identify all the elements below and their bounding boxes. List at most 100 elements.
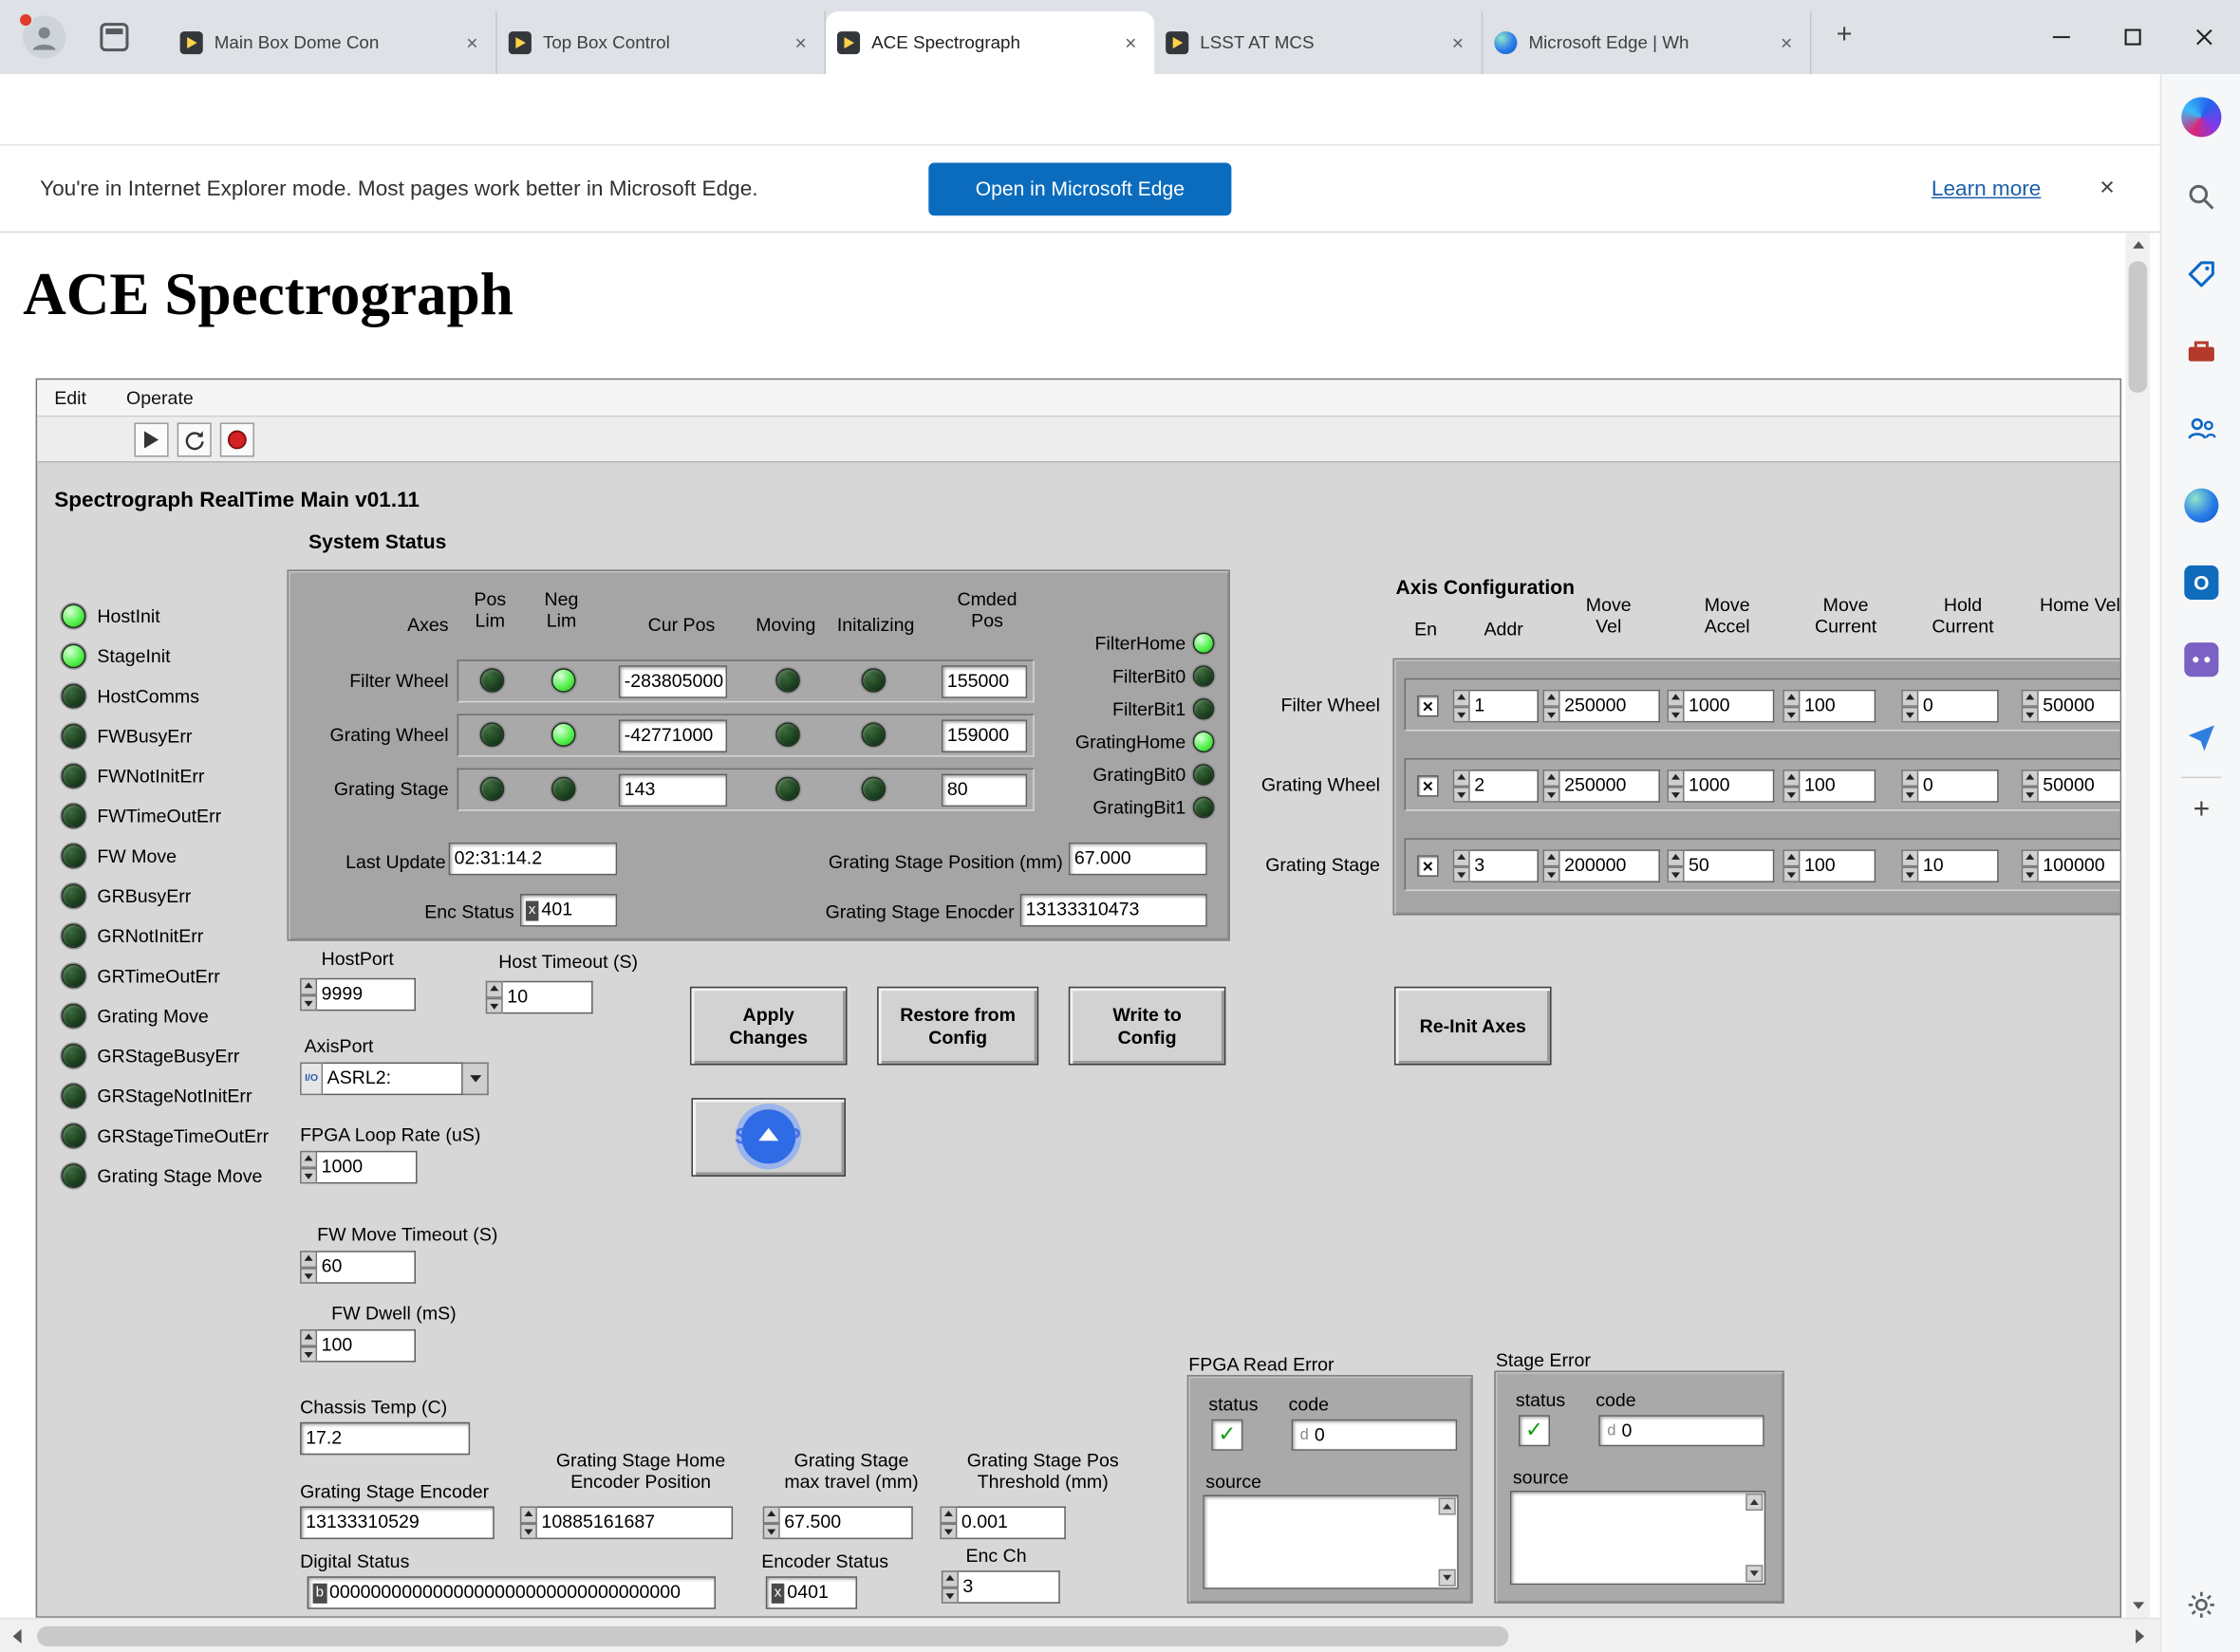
spinner-arrows[interactable] — [300, 1329, 317, 1363]
vertical-scroll-thumb[interactable] — [2129, 261, 2148, 392]
tab-close-icon[interactable]: × — [789, 30, 813, 55]
browser-tab[interactable]: Microsoft Edge | Wh × — [1483, 11, 1811, 74]
tab-close-icon[interactable]: × — [1118, 30, 1143, 55]
close-button[interactable] — [2169, 0, 2240, 74]
enable-checkbox[interactable]: × — [1417, 696, 1439, 717]
maximize-button[interactable] — [2097, 0, 2168, 74]
enable-checkbox[interactable]: × — [1417, 855, 1439, 877]
copilot-icon[interactable] — [2181, 97, 2221, 137]
spinner-arrows[interactable] — [1667, 770, 1684, 803]
move-accel-field[interactable]: 50 — [1685, 849, 1775, 882]
apply-changes-button[interactable]: Apply Changes — [690, 987, 848, 1066]
home-vel-field[interactable]: 50000 — [2039, 770, 2121, 803]
vertical-scrollbar[interactable] — [2126, 232, 2151, 1618]
spinner-arrows[interactable] — [940, 1507, 957, 1540]
gs-max-travel-field[interactable]: 67.500 — [780, 1507, 913, 1540]
spinner-arrows[interactable] — [1901, 690, 1918, 723]
shopping-icon[interactable] — [2184, 257, 2218, 291]
outlook-icon[interactable]: O — [2184, 566, 2218, 600]
gs-home-encoder-field[interactable]: 10885161687 — [537, 1507, 733, 1540]
spinner-arrows[interactable] — [1901, 849, 1918, 882]
scroll-down-icon[interactable] — [2126, 1593, 2151, 1618]
spinner-arrows[interactable] — [300, 1151, 317, 1184]
browser-tab[interactable]: Top Box Control × — [497, 11, 826, 74]
spinner-arrows[interactable] — [1543, 690, 1560, 723]
write-to-config-button[interactable]: Write to Config — [1069, 987, 1226, 1066]
spinner-arrows[interactable] — [1783, 770, 1800, 803]
spinner-arrows[interactable] — [2022, 690, 2039, 723]
hold-current-field[interactable]: 0 — [1918, 770, 1998, 803]
hold-current-field[interactable]: 10 — [1918, 849, 1998, 882]
scroll-up-icon[interactable] — [1439, 1497, 1456, 1514]
scroll-down-icon[interactable] — [1745, 1565, 1763, 1582]
source-textarea[interactable] — [1510, 1491, 1765, 1585]
axis-port-field[interactable]: ASRL2: — [323, 1063, 462, 1096]
new-tab-button[interactable]: + — [1826, 19, 1863, 56]
menu-item[interactable]: Edit — [54, 387, 86, 409]
move-current-field[interactable]: 100 — [1800, 770, 1876, 803]
fpga-loop-rate-field[interactable]: 1000 — [317, 1151, 417, 1184]
games-icon[interactable] — [2184, 642, 2218, 677]
search-icon[interactable] — [2184, 180, 2218, 214]
spinner-arrows[interactable] — [1667, 690, 1684, 723]
open-in-edge-button[interactable]: Open in Microsoft Edge — [928, 163, 1231, 216]
move-current-field[interactable]: 100 — [1800, 849, 1876, 882]
gs-pos-threshold-field[interactable]: 0.001 — [957, 1507, 1065, 1540]
scroll-right-icon[interactable] — [2126, 1619, 2155, 1652]
browser-tab[interactable]: ACE Spectrograph × — [826, 11, 1154, 74]
tab-close-icon[interactable]: × — [1446, 30, 1470, 55]
infobar-close-icon[interactable]: × — [2088, 170, 2125, 207]
minimize-button[interactable] — [2025, 0, 2097, 74]
scroll-down-icon[interactable] — [1439, 1569, 1456, 1587]
run-button[interactable] — [134, 422, 168, 456]
scroll-up-icon[interactable] — [2126, 232, 2151, 257]
spinner-arrows[interactable] — [1667, 849, 1684, 882]
hold-current-field[interactable]: 0 — [1918, 690, 1998, 723]
source-textarea[interactable] — [1203, 1494, 1458, 1588]
scroll-up-icon[interactable] — [1745, 1494, 1763, 1511]
spinner-arrows[interactable] — [1783, 690, 1800, 723]
spinner-arrows[interactable] — [1453, 770, 1470, 803]
spinner-arrows[interactable] — [1783, 849, 1800, 882]
browser-tab[interactable]: LSST AT MCS × — [1154, 11, 1483, 74]
tab-close-icon[interactable]: × — [460, 30, 485, 55]
tab-close-icon[interactable]: × — [1774, 30, 1799, 55]
spinner-arrows[interactable] — [1453, 690, 1470, 723]
drop-icon[interactable] — [2184, 719, 2218, 753]
move-vel-field[interactable]: 250000 — [1560, 690, 1660, 723]
enable-checkbox[interactable]: × — [1417, 775, 1439, 797]
spinner-arrows[interactable] — [520, 1507, 537, 1540]
home-vel-field[interactable]: 50000 — [2039, 690, 2121, 723]
profile-avatar[interactable] — [23, 16, 65, 59]
move-current-field[interactable]: 100 — [1800, 690, 1876, 723]
move-accel-field[interactable]: 1000 — [1685, 770, 1775, 803]
host-port-field[interactable]: 9999 — [317, 978, 416, 1012]
spinner-arrows[interactable] — [300, 978, 317, 1012]
sidebar-settings-gear-icon[interactable] — [2184, 1587, 2218, 1622]
restore-from-config-button[interactable]: Restore from Config — [877, 987, 1038, 1066]
people-icon[interactable] — [2184, 411, 2218, 445]
host-timeout-field[interactable]: 10 — [503, 981, 593, 1014]
browser-tab[interactable]: Main Box Dome Con × — [169, 11, 497, 74]
scroll-left-icon[interactable] — [3, 1619, 31, 1652]
spinner-arrows[interactable] — [2022, 849, 2039, 882]
spinner-arrows[interactable] — [1453, 849, 1470, 882]
workspaces-icon[interactable] — [100, 23, 128, 51]
horizontal-scrollbar[interactable] — [0, 1618, 2160, 1652]
run-continuous-button[interactable] — [177, 422, 212, 456]
dropdown-arrow-icon[interactable] — [463, 1063, 489, 1096]
addr-field[interactable]: 3 — [1470, 849, 1539, 882]
spinner-arrows[interactable] — [1543, 770, 1560, 803]
toolbox-icon[interactable] — [2184, 334, 2218, 368]
spinner-arrows[interactable] — [942, 1570, 959, 1604]
spinner-arrows[interactable] — [1543, 849, 1560, 882]
reinit-axes-button[interactable]: Re-Init Axes — [1394, 987, 1552, 1066]
spinner-arrows[interactable] — [300, 1251, 317, 1284]
spinner-arrows[interactable] — [486, 981, 503, 1014]
addr-field[interactable]: 2 — [1470, 770, 1539, 803]
spinner-arrows[interactable] — [1901, 770, 1918, 803]
abort-button[interactable] — [220, 422, 254, 456]
move-vel-field[interactable]: 200000 — [1560, 849, 1660, 882]
spinner-arrows[interactable] — [763, 1507, 780, 1540]
fw-move-timeout-field[interactable]: 60 — [317, 1251, 416, 1284]
